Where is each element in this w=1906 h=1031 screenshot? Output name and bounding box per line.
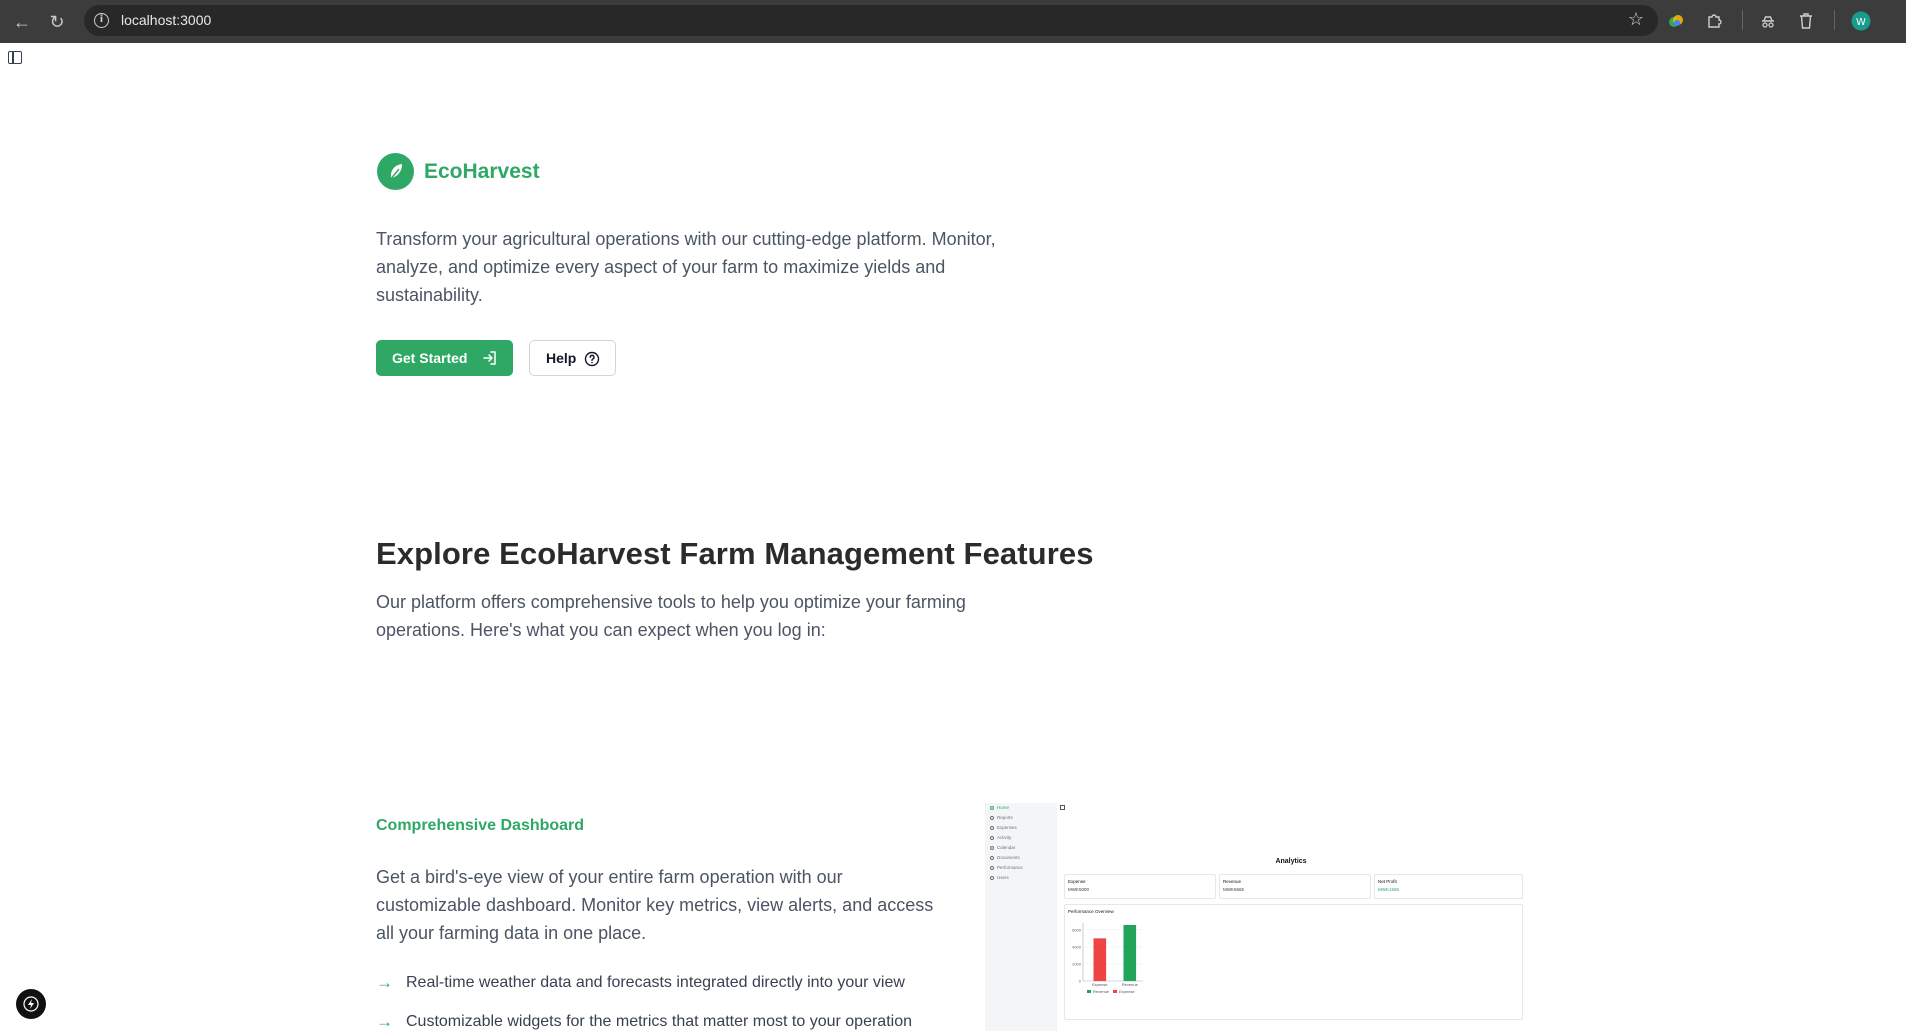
browser-toolbar: ← ↻ i localhost:3000 ☆ W [0, 0, 1906, 43]
extension-color-icon[interactable] [1664, 9, 1688, 33]
dev-tools-button[interactable] [16, 989, 46, 1019]
incognito-icon[interactable] [1756, 9, 1780, 33]
chart-legend-swatch [1113, 990, 1117, 993]
preview-sidebar-item: Expenses [990, 825, 1017, 830]
preview-nav-icon [990, 845, 994, 850]
help-label: Help [546, 350, 577, 366]
chart-y-tick-label: 2000 [1072, 961, 1082, 966]
preview-stat-card: Expense MWK5000 [1064, 874, 1216, 899]
preview-sidebar-label: Documents [997, 855, 1020, 860]
preview-nav-icon [990, 865, 994, 870]
preview-bar-chart: 0 2000 4000 6000 Expense Revenue Revenue Expens… [1072, 923, 1143, 994]
brand-logo[interactable]: EcoHarvest [377, 153, 540, 190]
preview-sidebar-item: Performance [990, 865, 1023, 870]
preview-stat-label: Expense [1068, 879, 1086, 884]
chart-y-tick-label: 4000 [1072, 944, 1082, 949]
sidebar-toggle-icon[interactable] [8, 51, 22, 64]
preview-sidebar-toggle-icon [1060, 805, 1065, 810]
preview-stat-label: Net Profit [1378, 879, 1397, 884]
preview-sidebar-item: Activity [990, 835, 1011, 840]
profile-avatar-icon[interactable]: W [1849, 9, 1873, 33]
leaf-icon [377, 153, 414, 190]
features-heading: Explore EcoHarvest Farm Management Featu… [376, 536, 1094, 571]
address-bar[interactable]: i localhost:3000 ☆ [84, 5, 1658, 36]
bookmark-star-icon[interactable]: ☆ [1628, 9, 1644, 30]
help-circle-icon [584, 351, 600, 370]
login-arrow-icon [482, 350, 498, 369]
feature-bullet-text: Customizable widgets for the metrics tha… [406, 1013, 912, 1030]
chart-legend-label: Expense [1119, 989, 1135, 994]
preview-nav-icon [990, 805, 994, 810]
url-text: localhost:3000 [121, 12, 212, 28]
chart-x-tick-label: Expense [1092, 982, 1108, 987]
preview-stat-card: Revenue MWK6565 [1219, 874, 1371, 899]
preview-sidebar-label: Reports [997, 815, 1013, 820]
back-icon[interactable]: ← [9, 9, 35, 35]
trash-icon[interactable] [1794, 9, 1818, 33]
reload-icon[interactable]: ↻ [44, 9, 70, 35]
preview-sidebar: Home Reports Expenses Activity Calendar … [985, 803, 1057, 1031]
features-description: Our platform offers comprehensive tools … [376, 592, 966, 640]
feature-bullet: → Real-time weather data and forecasts i… [376, 973, 905, 993]
preview-nav-icon [990, 875, 994, 880]
preview-nav-icon [990, 855, 994, 860]
chart-legend-label: Revenue [1093, 989, 1110, 994]
preview-nav-icon [990, 825, 994, 830]
lightning-icon [23, 996, 39, 1012]
toolbar-divider [1834, 10, 1835, 30]
chart-bar [1093, 938, 1107, 981]
svg-text:W: W [1856, 17, 1866, 28]
get-started-label: Get Started [392, 350, 468, 366]
feature-title: Comprehensive Dashboard [376, 817, 585, 834]
preview-nav-icon [990, 835, 994, 840]
preview-nav-icon [990, 815, 994, 820]
preview-title: Analytics [1275, 858, 1307, 865]
feature-description: Get a bird's-eye view of your entire far… [376, 867, 934, 943]
preview-stat-value: MWK6565 [1223, 887, 1245, 892]
preview-sidebar-item: Reports [990, 815, 1013, 820]
brand-name: EcoHarvest [424, 159, 540, 183]
preview-sidebar-item: Documents [990, 855, 1020, 860]
hero-description: Transform your agricultural operations w… [376, 229, 996, 305]
extensions-puzzle-icon[interactable] [1702, 9, 1726, 33]
preview-stat-label: Revenue [1223, 879, 1242, 884]
preview-sidebar-item: Calendar [990, 845, 1015, 850]
preview-performance-card: Performance Overview 0 2000 4000 6000 Expens… [1064, 904, 1523, 1020]
chart-legend-swatch [1087, 990, 1091, 993]
preview-sidebar-label: Calendar [997, 845, 1016, 850]
preview-stat-card: Net Profit MWK1565 [1374, 874, 1523, 899]
chart-bar [1123, 925, 1137, 981]
preview-stat-value: MWK5000 [1068, 887, 1090, 892]
get-started-button[interactable]: Get Started [376, 340, 513, 376]
chart-x-tick-label: Revenue [1122, 982, 1139, 987]
site-info-icon[interactable]: i [94, 13, 109, 28]
chart-y-tick-label: 6000 [1072, 927, 1082, 932]
preview-sidebar-label: Home [997, 805, 1010, 810]
arrow-right-icon: → [376, 973, 393, 992]
help-button[interactable]: Help [529, 340, 616, 376]
feature-bullet-text: Real-time weather data and forecasts int… [406, 974, 905, 991]
preview-sidebar-label: Expenses [997, 825, 1017, 830]
dashboard-preview-image: Home Reports Expenses Activity Calendar … [985, 803, 1525, 1031]
feature-bullet: → Customizable widgets for the metrics t… [376, 1012, 912, 1031]
toolbar-divider [1742, 10, 1743, 30]
chart-y-tick-label: 0 [1079, 979, 1082, 984]
preview-sidebar-label: Users [997, 875, 1009, 880]
preview-sidebar-item: Home [990, 805, 1009, 810]
preview-stat-value: MWK1565 [1378, 887, 1400, 892]
preview-sidebar-item: Users [990, 875, 1009, 880]
preview-sidebar-label: Activity [997, 835, 1012, 840]
arrow-right-icon: → [376, 1012, 393, 1031]
preview-sidebar-label: Performance [997, 865, 1023, 870]
